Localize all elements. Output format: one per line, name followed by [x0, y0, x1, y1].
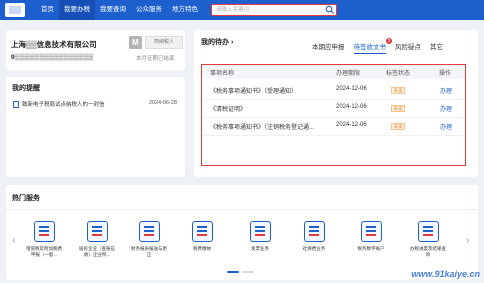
item-name: 《税务事项通知书》（受理通知） [210, 89, 298, 95]
pager-dot[interactable] [227, 271, 239, 273]
service-label: 税费缴纳 [193, 246, 211, 251]
hot-services-card: 热门服务 ‹ 增值税及附加税费申报（一般... 居民企业（查账征收）企业所...… [6, 185, 478, 280]
divider [6, 209, 478, 210]
nav-query[interactable]: 我要查询 [95, 0, 131, 20]
handle-button[interactable]: 办理 [440, 86, 452, 95]
col-action: 操作 [439, 71, 452, 77]
status-badge: 未读 [391, 123, 405, 130]
tab-risk-doubts[interactable]: 风险疑点 [395, 41, 421, 51]
social-insurance-icon [304, 221, 325, 242]
status-badge: 未读 [391, 87, 405, 94]
service-label: 居民企业（查账征收）企业所... [79, 246, 115, 257]
watermark: www.91kaiye.cn [411, 269, 480, 279]
nav-tax-handling[interactable]: 我要办税 [59, 0, 95, 20]
service-social-insurance[interactable]: 社保费业务 [294, 221, 334, 267]
hot-services-title: 热门服务 [12, 195, 40, 202]
taxpayer-id: 9▒▒▒▒▒▒▒▒▒▒▒▒▒▒▒▒ [11, 54, 94, 61]
tab-documents-to-sign[interactable]: 待签收文书 3 [353, 38, 392, 54]
tab-label: 待签收文书 [353, 44, 387, 51]
payment-icon [192, 221, 213, 242]
user-account-icon [361, 221, 382, 242]
tab-current-filing[interactable]: 本期应申报 [312, 41, 345, 51]
reminders-title: 我的提醒 [12, 85, 40, 92]
nav-home[interactable]: 首页 [36, 0, 59, 20]
todo-title-text: 我的待办 [201, 39, 229, 46]
period-status: 本月征期已结束 [136, 56, 175, 62]
enterprise-icon [87, 221, 108, 242]
taxpayer-type-badge: 简纳税人 [145, 36, 183, 49]
search-input[interactable]: 请输入关键词 [211, 4, 337, 16]
table-row: 《清税证明》 2024-12-06 未读 办理 [202, 100, 465, 118]
search-icon[interactable] [325, 5, 335, 15]
service-label: 财务报表报送与更正 [131, 246, 167, 257]
reminders-card: 我的提醒 致新电子税局试点纳税人的一封信 2024-06-28 [6, 77, 185, 177]
main-nav: 首页 我要办税 我要查询 公众服务 地方特色 [36, 0, 203, 20]
item-deadline: 2024-12-06 [336, 122, 367, 128]
tax-form-icon [34, 221, 55, 242]
service-vat-filing[interactable]: 增值税及附加税费申报（一般... [24, 221, 64, 267]
service-digital-account[interactable]: 税务数字账户 [351, 221, 391, 267]
todo-tabs: 本期应申报 待签收文书 3 风险疑点 其它 [312, 38, 452, 54]
item-deadline: 2024-12-06 [336, 104, 367, 110]
handle-button[interactable]: 办理 [440, 122, 452, 131]
item-deadline: 2024-12-06 [336, 86, 367, 92]
service-label: 社保费业务 [302, 246, 326, 251]
status-badge: 未读 [391, 105, 405, 112]
service-invoice[interactable]: 发票业务 [240, 221, 280, 267]
todo-title[interactable]: 我的待办 › [201, 37, 233, 47]
col-item-name: 事项名称 [210, 71, 235, 77]
tax-bureau-logo [5, 3, 25, 17]
reminder-item[interactable]: 致新电子税局试点纳税人的一封信 2024-06-28 [13, 100, 181, 109]
service-tax-payment[interactable]: 税费缴纳 [182, 221, 222, 267]
service-label: 税务数字账户 [357, 246, 385, 251]
service-corporate-income-tax[interactable]: 居民企业（查账征收）企业所... [77, 221, 117, 267]
nav-public-service[interactable]: 公众服务 [131, 0, 167, 20]
table-row: 《税务事项通知书》（注销税务登记通... 2024-12-06 未读 办理 [202, 118, 465, 136]
table-row: 《税务事项通知书》（受理通知） 2024-12-06 未读 办理 [202, 82, 465, 100]
table-header: 事项名称 办理期限 标签状态 操作 [202, 65, 465, 79]
chevron-left-icon[interactable]: ‹ [12, 235, 15, 246]
reminder-text[interactable]: 致新电子税局试点纳税人的一封信 [22, 100, 105, 108]
avatar: M [129, 36, 142, 49]
todo-card: 我的待办 › 本期应申报 待签收文书 3 风险疑点 其它 事项名称 办理期限 标… [194, 30, 478, 177]
nav-local-features[interactable]: 地方特色 [167, 0, 203, 20]
progress-query-icon [418, 221, 439, 242]
reminder-date: 2024-06-28 [148, 100, 177, 106]
top-nav-bar: 首页 我要办税 我要查询 公众服务 地方特色 请输入关键词 [0, 0, 484, 20]
todo-table: 事项名称 办理期限 标签状态 操作 《税务事项通知书》（受理通知） 2024-1… [201, 64, 466, 166]
col-deadline: 办理期限 [336, 71, 361, 77]
tab-other[interactable]: 其它 [430, 41, 443, 51]
count-badge: 3 [386, 38, 392, 44]
report-icon [139, 221, 160, 242]
handle-button[interactable]: 办理 [440, 104, 452, 113]
pager-dot[interactable] [242, 271, 254, 273]
item-name: 《税务事项通知书》（注销税务登记通... [210, 125, 315, 131]
carousel-pager [227, 271, 257, 273]
col-status: 标签状态 [386, 71, 411, 77]
invoice-icon [250, 221, 271, 242]
service-progress-query[interactable]: 办税进度及结果查询 [408, 221, 448, 267]
service-financial-report[interactable]: 财务报表报送与更正 [129, 221, 169, 267]
service-label: 发票业务 [251, 246, 269, 251]
document-icon [13, 101, 19, 108]
service-label: 增值税及附加税费申报（一般... [26, 246, 62, 257]
company-name: 上海▒▒信息技术有限公司 [11, 40, 97, 49]
item-name: 《清税证明》 [210, 107, 247, 113]
service-label: 办税进度及结果查询 [410, 246, 446, 257]
chevron-right-icon[interactable]: › [466, 235, 469, 246]
company-card: 上海▒▒信息技术有限公司 9▒▒▒▒▒▒▒▒▒▒▒▒▒▒▒▒ M 简纳税人 本月… [6, 30, 185, 70]
